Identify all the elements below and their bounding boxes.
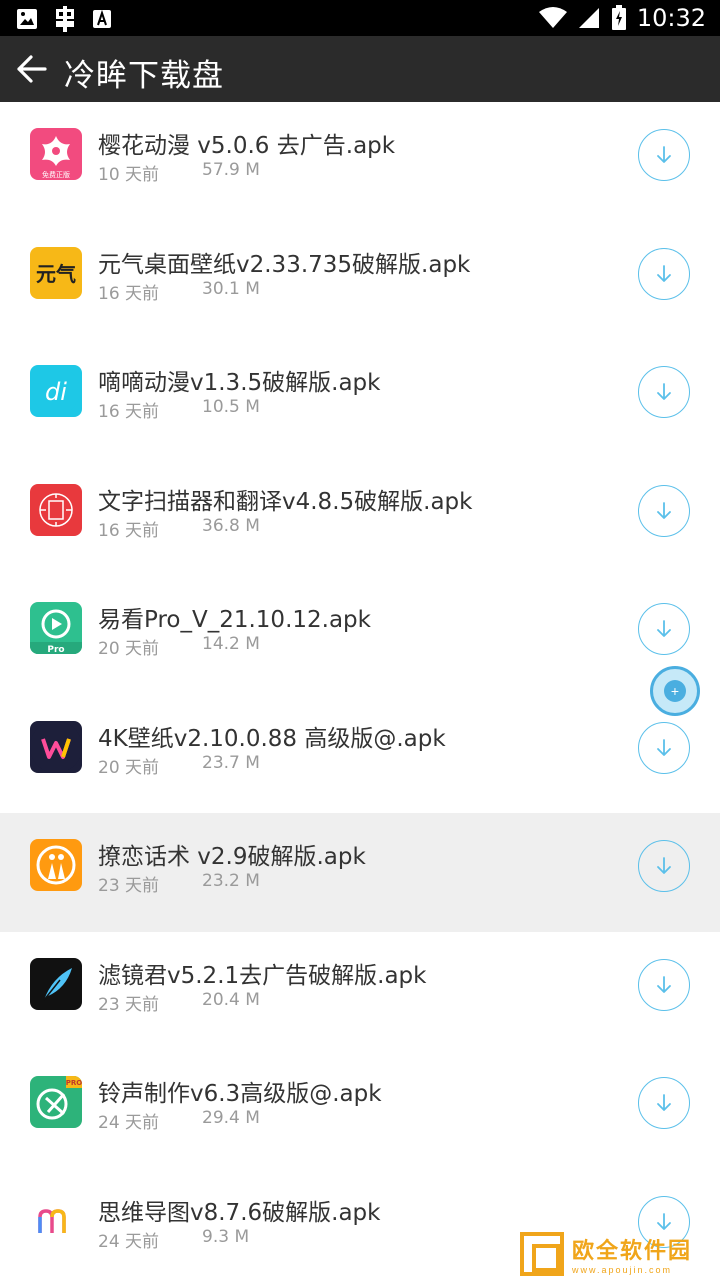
download-button[interactable] xyxy=(638,366,690,418)
svg-text:PRO: PRO xyxy=(66,1079,82,1087)
file-name: 滤镜君v5.2.1去广告破解版.apk xyxy=(98,962,427,989)
floating-assist-button[interactable]: + xyxy=(650,666,700,716)
watermark-text: 欧全软件园 xyxy=(572,1239,693,1264)
download-arrow-icon xyxy=(657,620,671,637)
download-button[interactable] xyxy=(638,721,690,774)
file-name: 撩恋话术 v2.9破解版.apk xyxy=(98,844,366,870)
wifi-icon xyxy=(538,7,567,28)
arrow-left-icon xyxy=(17,55,47,83)
file-time: 23 天前 xyxy=(98,994,160,1015)
download-arrow-icon xyxy=(657,146,671,163)
battery-icon xyxy=(611,5,626,30)
file-size: 14.2 M xyxy=(202,634,260,654)
svg-text:di: di xyxy=(45,378,67,406)
download-arrow-icon xyxy=(657,383,671,400)
sakura-app-icon: 免费正版 xyxy=(30,128,82,180)
image-icon xyxy=(17,9,37,29)
status-right-icons: 10:32 xyxy=(538,4,706,32)
filter-app-icon xyxy=(30,957,82,1010)
file-time: 24 天前 xyxy=(98,1231,160,1252)
file-size: 23.2 M xyxy=(202,871,260,891)
file-time: 20 天前 xyxy=(98,757,160,778)
download-button[interactable] xyxy=(638,247,690,300)
list-item[interactable]: PRO 铃声制作v6.3高级版@.apk 24 天前 29.4 M xyxy=(0,1050,720,1169)
file-size: 23.7 M xyxy=(202,752,260,773)
svg-text:免费正版: 免费正版 xyxy=(42,170,70,179)
watermark-url: www.apoujin.com xyxy=(572,1265,673,1275)
download-button[interactable] xyxy=(638,840,690,892)
download-button[interactable] xyxy=(638,129,690,181)
file-size: 9.3 M xyxy=(202,1226,250,1247)
app-bar: 冷眸下载盘 xyxy=(0,36,720,102)
watermark-logo-icon xyxy=(520,1232,564,1276)
file-name: 思维导图v8.7.6破解版.apk xyxy=(98,1199,381,1226)
file-size: 29.4 M xyxy=(202,1108,260,1128)
file-time: 20 天前 xyxy=(98,639,160,659)
download-arrow-icon xyxy=(657,975,671,993)
list-item[interactable]: 元气 元气桌面壁纸v2.33.735破解版.apk 16 天前 30.1 M xyxy=(0,220,720,339)
file-time: 16 天前 xyxy=(98,520,160,541)
clock: 10:32 xyxy=(636,4,706,32)
list-item[interactable]: 滤镜君v5.2.1去广告破解版.apk 23 天前 20.4 M xyxy=(0,931,720,1050)
file-name: 樱花动漫 v5.0.6 去广告.apk xyxy=(98,133,396,159)
file-size: 30.1 M xyxy=(202,278,260,299)
yuanqi-app-icon: 元气 xyxy=(30,246,82,299)
file-size: 20.4 M xyxy=(202,989,260,1010)
download-arrow-icon xyxy=(657,1094,671,1111)
download-button[interactable] xyxy=(638,484,690,537)
file-time: 16 天前 xyxy=(98,402,160,422)
ringtone-app-icon: PRO xyxy=(30,1076,82,1128)
file-name: 易看Pro_V_21.10.12.apk xyxy=(98,607,371,633)
list-item[interactable]: di 嘀嘀动漫v1.3.5破解版.apk 16 天前 10.5 M xyxy=(0,339,720,458)
bug-icon xyxy=(56,6,74,32)
download-button[interactable] xyxy=(638,603,690,655)
download-button[interactable] xyxy=(638,958,690,1011)
plus-icon: + xyxy=(664,680,686,702)
file-size: 10.5 M xyxy=(202,397,260,417)
file-time: 16 天前 xyxy=(98,283,160,304)
text-scanner-app-icon xyxy=(30,483,82,536)
mindmap-app-icon xyxy=(30,1194,82,1247)
wallpaper-4k-app-icon xyxy=(30,720,82,773)
watermark: 欧全软件园 www.apoujin.com xyxy=(520,1230,716,1278)
list-item[interactable]: Pro 易看Pro_V_21.10.12.apk 20 天前 14.2 M xyxy=(0,576,720,695)
download-arrow-icon xyxy=(657,738,671,756)
download-arrow-icon xyxy=(657,501,671,519)
file-name: 文字扫描器和翻译v4.8.5破解版.apk xyxy=(98,488,473,515)
download-arrow-icon xyxy=(657,264,671,282)
file-size: 36.8 M xyxy=(202,515,260,536)
liaolian-app-icon xyxy=(30,839,82,891)
page-title: 冷眸下载盘 xyxy=(64,58,224,94)
signal-icon xyxy=(578,8,599,28)
file-name: 元气桌面壁纸v2.33.735破解版.apk xyxy=(98,251,471,278)
svg-text:元气: 元气 xyxy=(36,262,76,286)
file-name: 嘀嘀动漫v1.3.5破解版.apk xyxy=(98,370,381,396)
file-size: 57.9 M xyxy=(202,160,260,180)
back-button[interactable] xyxy=(10,47,54,91)
file-name: 4K壁纸v2.10.0.88 高级版@.apk xyxy=(98,725,446,752)
list-item[interactable]: 文字扫描器和翻译v4.8.5破解版.apk 16 天前 36.8 M xyxy=(0,457,720,576)
file-list: 免费正版 樱花动漫 v5.0.6 去广告.apk 10 天前 57.9 M 元气 元气桌面… xyxy=(0,102,720,1280)
list-item[interactable]: 撩恋话术 v2.9破解版.apk 23 天前 23.2 M xyxy=(0,813,720,932)
download-button[interactable] xyxy=(638,1077,690,1129)
file-time: 24 天前 xyxy=(98,1113,160,1133)
status-left-icons xyxy=(16,6,112,32)
status-bar: 10:32 xyxy=(0,0,720,36)
font-icon xyxy=(93,9,111,28)
yikan-app-icon: Pro xyxy=(30,602,82,654)
file-name: 铃声制作v6.3高级版@.apk xyxy=(98,1081,382,1107)
list-item[interactable]: 免费正版 樱花动漫 v5.0.6 去广告.apk 10 天前 57.9 M xyxy=(0,102,720,221)
file-time: 10 天前 xyxy=(98,165,160,185)
file-time: 23 天前 xyxy=(98,876,160,896)
svg-text:Pro: Pro xyxy=(47,645,64,654)
list-item[interactable]: 4K壁纸v2.10.0.88 高级版@.apk 20 天前 23.7 M xyxy=(0,694,720,813)
download-arrow-icon xyxy=(657,857,671,874)
didi-anime-app-icon: di xyxy=(30,365,82,417)
